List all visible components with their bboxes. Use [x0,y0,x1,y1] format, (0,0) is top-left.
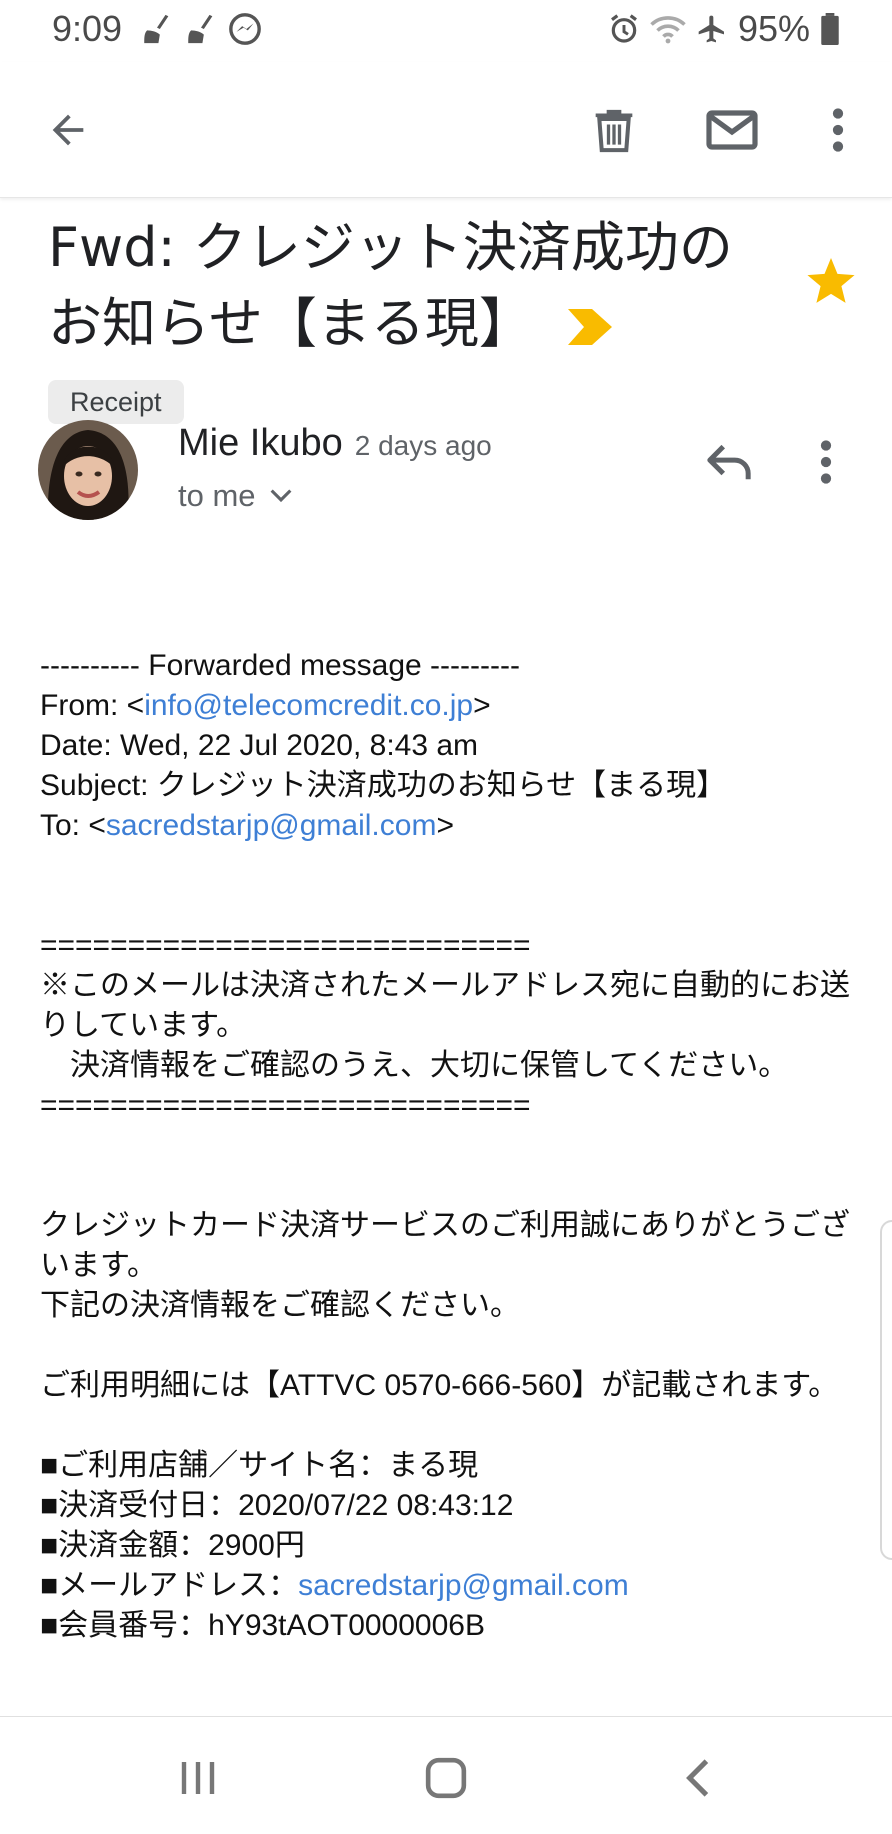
sender-row: Mie Ikubo 2 days ago to me [0,410,892,530]
thanks-line: クレジットカード決済サービスのご利用誠にありがとうございます。 [40,1209,850,1282]
sent-time: 2 days ago [354,430,492,461]
broom-icon [188,14,213,44]
sender-name[interactable]: Mie Ikubo 2 days ago [178,422,492,465]
member-email-link[interactable]: sacredstarjp@gmail.com [298,1569,629,1602]
recent-apps-icon [181,1762,215,1794]
avatar-photo [38,420,138,520]
delete-button[interactable] [584,100,644,160]
reply-icon [707,444,751,480]
battery-icon [821,13,839,45]
from-email-link[interactable]: info@telecomcredit.co.jp [144,689,473,722]
recipient-details-toggle[interactable]: to me [178,478,292,514]
more-vert-icon [820,440,832,484]
email-line: ■メールアドレス：sacredstarjp@gmail.com [40,1569,629,1602]
home-button[interactable] [416,1753,476,1803]
statement-line: ご利用明細には【ATTVC 0570-666-560】が記載されます。 [40,1369,839,1402]
app-bar [0,62,892,198]
chevron-down-icon [270,489,291,503]
subject-line: Subject: クレジット決済成功のお知らせ【まる現】 [40,769,727,802]
message-more-button[interactable] [820,440,832,488]
alarm-icon [610,14,637,43]
separator: ============================ [40,929,531,962]
mark-unread-button[interactable] [702,100,762,160]
recipient-text: to me [178,478,256,513]
notice-line: 決済情報をご確認のうえ、大切に保管してください。 [40,1049,789,1082]
importance-icon [568,309,613,346]
notification-icons [140,12,262,46]
system-nav-bar [0,1716,892,1834]
to-line: To: <sacredstarjp@gmail.com> [40,809,454,842]
notice-line: ※このメールは決済されたメールアドレス宛に自動的にお送りしています。 [40,969,850,1042]
status-bar: 9:09 95% [0,0,892,62]
date-line: Date: Wed, 22 Jul 2020, 8:43 am [40,729,479,762]
system-back-icon [686,1759,709,1797]
email-subject: Fwd: クレジット決済成功のお知らせ【まる現】 Receipt [48,210,768,441]
star-button[interactable] [806,258,856,310]
trash-icon [595,109,633,153]
amount-line: ■決済金額：2900円 [40,1529,305,1562]
back-button[interactable] [38,100,98,160]
sender-name-text: Mie Ikubo [178,422,343,464]
more-vert-icon [832,108,844,152]
reply-button[interactable] [706,442,752,486]
importance-marker[interactable] [568,289,613,365]
back-arrow-icon [52,114,84,146]
wifi-icon [650,16,686,44]
payment-date-line: ■決済受付日：2020/07/22 08:43:12 [40,1489,514,1522]
status-time: 9:09 [52,8,123,49]
airplane-icon [698,15,724,43]
battery-percent: 95% [737,8,810,49]
avatar[interactable] [38,420,138,520]
email-body: ---------- Forwarded message --------- F… [40,646,860,1646]
mail-icon [706,110,758,150]
shop-line: ■ご利用店舗／サイト名：まる現 [40,1449,479,1482]
forward-header: ---------- Forwarded message --------- [40,649,520,682]
to-email-link[interactable]: sacredstarjp@gmail.com [106,809,437,842]
star-icon [807,258,855,303]
from-line: From: <info@telecomcredit.co.jp> [40,689,491,722]
messenger-icon [229,13,261,45]
home-icon [425,1757,467,1799]
status-right: 95% [608,8,840,50]
broom-icon [144,14,169,44]
more-options-button[interactable] [808,100,868,160]
subject-text: Fwd: クレジット決済成功のお知らせ【まる現】 [48,216,733,355]
scroll-handle[interactable] [880,1220,892,1560]
system-back-button[interactable] [668,1753,728,1803]
member-id-line: ■会員番号：hY93tAOT0000006B [40,1609,485,1642]
separator: ============================ [40,1089,531,1122]
confirm-line: 下記の決済情報をご確認ください。 [40,1289,520,1322]
recent-apps-button[interactable] [168,1753,228,1803]
